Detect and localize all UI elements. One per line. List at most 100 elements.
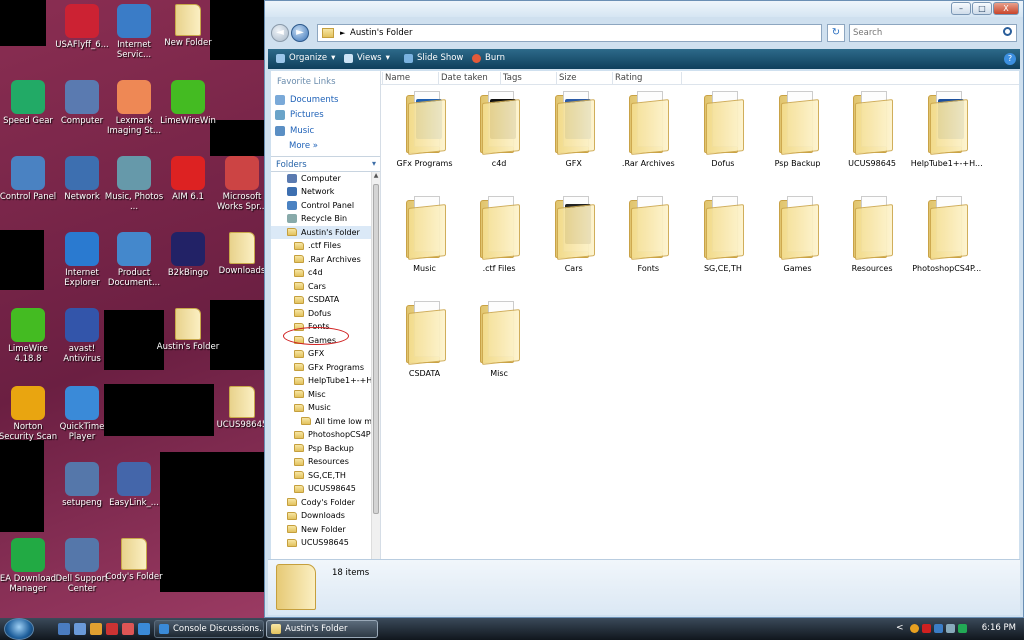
column-separator[interactable] [438, 72, 439, 84]
tree-item[interactable]: CSDATA [271, 293, 380, 307]
folder-item[interactable]: CSDATA [387, 299, 462, 378]
quicklaunch-app-icon[interactable] [122, 623, 134, 635]
tree-item[interactable]: Misc [271, 388, 380, 402]
organize-button[interactable]: Organize ▾ [276, 53, 335, 63]
switch-windows-icon[interactable] [74, 623, 86, 635]
quicklaunch-ie-icon[interactable] [138, 623, 150, 635]
fav-documents[interactable]: Documents [271, 92, 380, 108]
tree-item[interactable]: Music [271, 401, 380, 415]
desktop-icon[interactable]: avast! Antivirus [50, 308, 114, 364]
start-button[interactable] [4, 618, 34, 640]
folder-item[interactable]: SG,CE,TH [685, 194, 760, 273]
folder-item[interactable]: Music [387, 194, 462, 273]
desktop-icon[interactable]: LimeWireWin [156, 80, 220, 126]
tree-item[interactable]: Network [271, 185, 380, 199]
show-desktop-icon[interactable] [58, 623, 70, 635]
help-button[interactable]: ? [1004, 53, 1016, 65]
column-separator[interactable] [681, 72, 682, 84]
tray-volume-icon[interactable] [946, 624, 955, 633]
address-bar[interactable]: ► Austin's Folder [317, 24, 822, 42]
folder-item[interactable]: HelpTube1+-+H... [909, 89, 984, 168]
tree-item[interactable]: Resources [271, 455, 380, 469]
clock[interactable]: 6:16 PM [982, 623, 1016, 633]
taskbar-button[interactable]: Austin's Folder [266, 620, 378, 638]
tree-item[interactable]: UCUS98645 [271, 536, 380, 550]
tree-item[interactable]: Recycle Bin [271, 212, 380, 226]
folder-item[interactable]: Psp Backup [760, 89, 835, 168]
desktop-icon[interactable]: QuickTime Player [50, 386, 114, 442]
tree-item[interactable]: Control Panel [271, 199, 380, 213]
folder-item[interactable]: Dofus [685, 89, 760, 168]
column-separator[interactable] [556, 72, 557, 84]
column-header[interactable]: Tags [503, 73, 522, 83]
folder-item[interactable]: UCUS98645 [835, 89, 910, 168]
quicklaunch-aim-icon[interactable] [106, 623, 118, 635]
tree-item[interactable]: Cars [271, 280, 380, 294]
desktop-icon[interactable]: EasyLink_... [102, 462, 166, 508]
tray-antivirus-icon[interactable] [922, 624, 931, 633]
desktop-icon[interactable]: New Folder [156, 4, 220, 48]
search-input[interactable] [850, 25, 990, 41]
column-header[interactable]: Size [559, 73, 576, 83]
folder-item[interactable]: c4d [462, 89, 537, 168]
folder-item[interactable]: GFX [536, 89, 611, 168]
fav-music[interactable]: Music [271, 123, 380, 139]
maximize-button[interactable]: □ [972, 2, 992, 15]
folder-item[interactable]: Fonts [611, 194, 686, 273]
column-header[interactable]: Date taken [441, 73, 488, 83]
tree-scrollbar[interactable]: ▲ ▼ [371, 171, 380, 572]
tree-item[interactable]: .Rar Archives [271, 253, 380, 267]
folder-item[interactable]: .Rar Archives [611, 89, 686, 168]
column-separator[interactable] [612, 72, 613, 84]
column-header[interactable]: Name [385, 73, 410, 83]
more-link[interactable]: More » [271, 139, 380, 153]
quicklaunch-folder-icon[interactable] [90, 623, 102, 635]
folder-item[interactable]: .ctf Files [462, 194, 537, 273]
tree-item[interactable]: Austin's Folder [271, 225, 380, 239]
search-icon[interactable] [1003, 27, 1012, 36]
tree-item[interactable]: PhotoshopCS4P [271, 428, 380, 442]
views-button[interactable]: Views ▾ [344, 53, 390, 63]
column-separator[interactable] [382, 72, 383, 84]
tree-item[interactable]: HelpTube1+-+H [271, 374, 380, 388]
burn-button[interactable]: Burn [472, 53, 505, 63]
tree-item[interactable]: GFx Programs [271, 361, 380, 375]
tray-smiley-icon[interactable] [910, 624, 919, 633]
folder-item[interactable]: Cars [536, 194, 611, 273]
breadcrumb[interactable]: Austin's Folder [350, 28, 412, 38]
column-separator[interactable] [500, 72, 501, 84]
refresh-button[interactable]: ↻ [827, 24, 845, 42]
tree-item[interactable]: Dofus [271, 307, 380, 321]
tree-item[interactable]: Cody's Folder [271, 496, 380, 510]
desktop-icon[interactable]: Austin's Folder [156, 308, 220, 352]
tree-item[interactable]: GFX [271, 347, 380, 361]
fav-pictures[interactable]: Pictures [271, 108, 380, 124]
scroll-up-icon[interactable]: ▲ [372, 172, 380, 179]
tray-network-icon[interactable] [934, 624, 943, 633]
desktop-icon[interactable]: Cody's Folder [102, 538, 166, 582]
folder-item[interactable]: PhotoshopCS4P... [909, 194, 984, 273]
folders-header[interactable]: Folders ▾ [271, 155, 380, 172]
tray-expand-icon[interactable]: < [896, 623, 904, 633]
folder-item[interactable]: GFx Programs [387, 89, 462, 168]
tree-item[interactable]: All time low m [271, 415, 380, 429]
tree-item[interactable]: Psp Backup [271, 442, 380, 456]
tray-app-icon[interactable] [958, 624, 967, 633]
tree-item[interactable]: Computer [271, 172, 380, 186]
tree-item[interactable]: SG,CE,TH [271, 469, 380, 483]
folder-item[interactable]: Misc [462, 299, 537, 378]
tree-item[interactable]: New Folder [271, 523, 380, 537]
tree-item[interactable]: UCUS98645 [271, 482, 380, 496]
tree-item[interactable]: c4d [271, 266, 380, 280]
tree-item[interactable]: .ctf Files [271, 239, 380, 253]
slideshow-button[interactable]: Slide Show [404, 53, 463, 63]
back-button[interactable]: ◄ [271, 24, 289, 42]
scroll-thumb[interactable] [373, 183, 379, 514]
minimize-button[interactable]: – [951, 2, 971, 15]
taskbar-button[interactable]: Console Discussions... [154, 620, 264, 638]
folder-item[interactable]: Resources [835, 194, 910, 273]
folder-item[interactable]: Games [760, 194, 835, 273]
forward-button[interactable]: ► [291, 24, 309, 42]
column-header[interactable]: Rating [615, 73, 642, 83]
tree-item[interactable]: Downloads [271, 509, 380, 523]
